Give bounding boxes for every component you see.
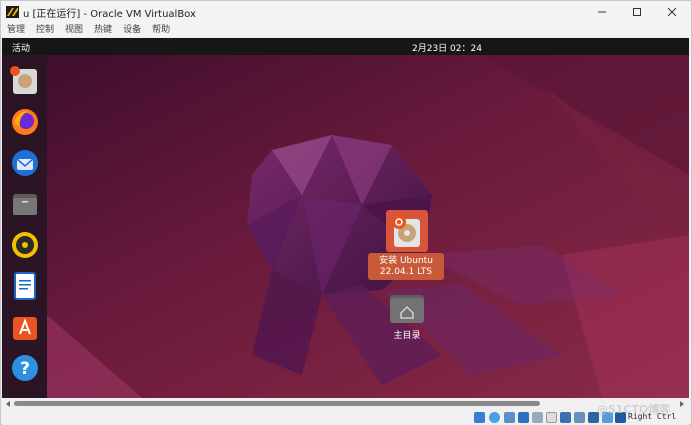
files-icon[interactable] [10, 189, 40, 219]
installer-disk-icon [392, 215, 420, 247]
audio-icon[interactable] [504, 412, 515, 423]
horizontal-scrollbar[interactable] [2, 398, 689, 410]
network-icon[interactable] [518, 412, 529, 423]
gnome-top-bar: 活动 2月23日 02：24 [2, 38, 689, 55]
menu-bar: 管理 控制 视图 热键 设备 帮助 [1, 23, 691, 37]
scrollbar-thumb[interactable] [14, 401, 540, 406]
install-label-box: 安装 Ubuntu 22.04.1 LTS [368, 253, 444, 280]
scroll-right-icon[interactable] [678, 400, 686, 408]
hard-disk-icon[interactable] [474, 412, 485, 423]
status-bar: Right Ctrl [2, 410, 689, 425]
clock[interactable]: 2月23日 02：24 [412, 41, 482, 54]
menu-view[interactable]: 视图 [59, 23, 88, 37]
help-icon[interactable]: ? [10, 353, 40, 383]
window-title: u [正在运行] - Oracle VM VirtualBox [23, 9, 196, 20]
virtualbox-window: u [正在运行] - Oracle VM VirtualBox 管理 控制 视图… [0, 0, 692, 425]
menu-control[interactable]: 控制 [30, 23, 59, 37]
firefox-icon[interactable] [10, 107, 40, 137]
virtualbox-app-icon [6, 6, 19, 18]
minimize-button[interactable] [587, 3, 617, 21]
ubuntu-software-icon[interactable] [10, 312, 40, 342]
install-label-line1: 安装 Ubuntu [379, 256, 433, 266]
rhythmbox-icon[interactable] [10, 230, 40, 260]
watermark: @51CTO博客 [597, 403, 671, 416]
close-icon [667, 7, 677, 17]
minimize-icon [598, 11, 606, 13]
menu-help[interactable]: 帮助 [146, 23, 175, 37]
menu-manage[interactable]: 管理 [1, 23, 30, 37]
menu-devices[interactable]: 设备 [117, 23, 146, 37]
vm-display[interactable]: 活动 2月23日 02：24 ? 安装 Ubuntu 22.04.1 LTS 主… [2, 38, 689, 398]
recording-icon[interactable] [574, 412, 585, 423]
thunderbird-icon[interactable] [10, 148, 40, 178]
menu-hotkeys[interactable]: 热键 [88, 23, 117, 37]
scroll-left-icon[interactable] [4, 400, 12, 408]
title-bar[interactable]: u [正在运行] - Oracle VM VirtualBox [1, 1, 691, 23]
optical-drive-icon[interactable] [489, 412, 500, 423]
install-label-line2: 22.04.1 LTS [379, 267, 433, 277]
ubuntu-installer-dock-icon[interactable] [10, 66, 40, 96]
home-folder-icon [390, 295, 424, 323]
activities-button[interactable]: 活动 [12, 41, 30, 54]
close-button[interactable] [657, 3, 687, 21]
display-icon[interactable] [560, 412, 571, 423]
home-folder-label: 主目录 [393, 331, 421, 341]
desktop-wallpaper [2, 55, 689, 398]
libreoffice-writer-icon[interactable] [10, 271, 40, 301]
usb-icon[interactable] [532, 412, 543, 423]
svg-text:?: ? [20, 359, 30, 379]
ubuntu-dock: ? [2, 55, 47, 398]
maximize-icon [633, 8, 641, 16]
maximize-button[interactable] [622, 3, 652, 21]
shared-folders-icon[interactable] [546, 412, 557, 423]
